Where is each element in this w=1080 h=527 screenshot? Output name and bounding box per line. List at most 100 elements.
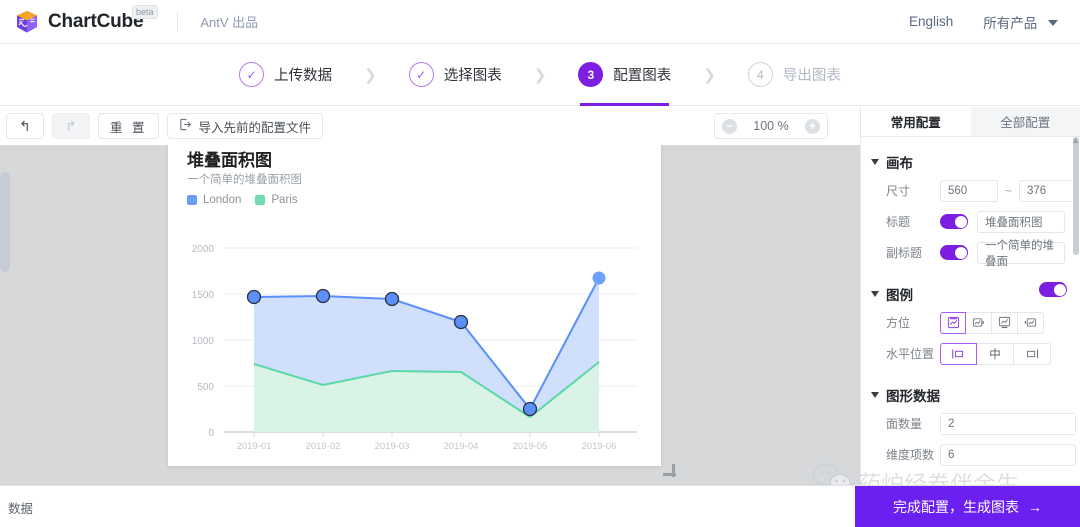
row-canvas-subtitle: 副标题 一个简单的堆叠面 [861, 239, 1080, 268]
label-canvas-subtitle: 副标题 [886, 246, 923, 260]
canvas-resize-handle[interactable] [663, 464, 677, 478]
chart-subtitle: 一个简单的堆叠面积图 [187, 174, 302, 186]
undo-icon: ↰ [19, 118, 31, 134]
legend-item-paris[interactable]: Paris [255, 194, 298, 206]
legend-swatch-paris [255, 195, 266, 205]
legend-right-icon-button[interactable] [966, 311, 992, 334]
finish-config-label: 完成配置，生成图表 [893, 499, 1019, 515]
title-text-input[interactable]: 堆叠面积图 [977, 210, 1065, 233]
chartcube-app: ChartCube beta AntV 出品 English 所有产品 ✓ 上传… [0, 0, 1080, 527]
subtitle-toggle[interactable] [940, 245, 968, 260]
y-axis-ticks: 2000 1500 1000 500 0 [192, 244, 215, 439]
tab-common-config[interactable]: 常用配置 [861, 107, 971, 136]
chevron-down-icon [871, 392, 879, 398]
label-canvas-title: 标题 [886, 215, 911, 229]
size-separator: ~ [1005, 183, 1013, 198]
legend-top-icon-button[interactable] [940, 311, 966, 334]
step-separator-1: ❯ [364, 66, 377, 84]
tab-all-config[interactable]: 全部配置 [970, 107, 1080, 136]
legend-label-paris: Paris [271, 194, 298, 206]
brand-logo[interactable]: ChartCube beta [14, 4, 158, 35]
label-legend-align: 水平位置 [886, 347, 935, 361]
row-canvas-size: 尺寸 560 ~ 376 [861, 177, 1080, 204]
step-choose-chart[interactable]: ✓ 选择图表 [405, 44, 506, 106]
row-area-count: 面数量 2 [861, 410, 1080, 437]
legend-toggle[interactable] [1039, 282, 1067, 297]
legend-item-london[interactable]: London [187, 194, 241, 206]
align-right-button[interactable] [1014, 342, 1051, 365]
data-panel-label[interactable]: 数据 [8, 498, 33, 517]
y-tick-2000: 2000 [192, 244, 215, 255]
dimension-count-input[interactable]: 6 [940, 443, 1076, 466]
y-tick-500: 500 [197, 382, 214, 393]
align-right-icon [1027, 349, 1039, 358]
step-export-chart[interactable]: 4 导出图表 [744, 44, 845, 106]
all-products-label: 所有产品 [983, 15, 1038, 31]
step-separator-2: ❯ [533, 66, 547, 84]
language-link[interactable]: English [909, 14, 953, 29]
step-2-marker: ✓ [408, 62, 434, 87]
all-products-menu[interactable]: 所有产品 [983, 12, 1058, 32]
canvas-stage: 堆叠面积图 一个简单的堆叠面积图 London Paris 2000 1500 … [0, 107, 860, 485]
chartcube-cube-icon [14, 9, 40, 35]
chart-preview-card[interactable]: 堆叠面积图 一个简单的堆叠面积图 London Paris 2000 1500 … [168, 128, 661, 466]
reset-button[interactable]: 重 置 [98, 113, 160, 139]
finish-config-button[interactable]: 完成配置，生成图表 → [855, 486, 1080, 527]
section-canvas-header[interactable]: 画布 [861, 143, 1080, 177]
header-actions: English 所有产品 [909, 12, 1058, 32]
canvas-height-input[interactable]: 376 [1019, 179, 1078, 202]
arrow-right-icon: → [1028, 499, 1042, 515]
config-panel-body: ▲ 画布 尺寸 560 ~ 376 标题 堆叠面积图 副标题 一个简单的堆叠面 [861, 137, 1080, 485]
zoom-control: − 100 % + [714, 113, 828, 139]
x-tick-5: 2019-06 [582, 441, 617, 452]
section-graph-data-header[interactable]: 图形数据 [861, 371, 1080, 410]
label-legend-orientation: 方位 [886, 316, 911, 330]
canvas-width-input[interactable]: 560 [940, 179, 998, 202]
step-1-label: 上传数据 [274, 68, 333, 84]
title-toggle[interactable] [940, 214, 968, 229]
step-separator-3: ❯ [703, 66, 716, 84]
y-tick-0: 0 [208, 428, 214, 439]
config-panel: 常用配置 全部配置 ▲ 画布 尺寸 560 ~ 376 标题 堆叠面积图 副标题… [860, 107, 1080, 485]
legend-label-london: London [203, 194, 242, 206]
bottom-bar: 数据 完成配置，生成图表 → [0, 485, 1080, 527]
label-canvas-size: 尺寸 [886, 184, 911, 198]
step-upload-data[interactable]: ✓ 上传数据 [235, 44, 336, 106]
step-4-marker: 4 [747, 62, 773, 87]
undo-button[interactable]: ↰ [6, 113, 44, 139]
step-4-label: 导出图表 [782, 68, 841, 84]
legend-bottom-icon-button[interactable] [992, 311, 1018, 334]
area-chart-svg: 2000 1500 1000 500 0 2019-01 2019-02 201… [192, 244, 637, 452]
redo-icon: ↱ [65, 118, 77, 134]
resize-handle-bar-horizontal [663, 473, 676, 476]
legend-swatch-london [187, 195, 197, 205]
config-panel-tabs: 常用配置 全部配置 [861, 107, 1080, 137]
zoom-out-button[interactable]: − [722, 118, 737, 134]
align-center-button[interactable]: 中 [977, 342, 1014, 365]
align-left-button[interactable] [940, 342, 977, 365]
stage-scrollbar[interactable] [0, 172, 10, 272]
reset-label: 重 置 [110, 120, 148, 135]
legend-left-icon-button[interactable] [1018, 311, 1044, 334]
step-configure-chart[interactable]: 3 配置图表 [574, 44, 675, 106]
app-header: ChartCube beta AntV 出品 English 所有产品 [0, 0, 1080, 44]
legend-align-segment: 中 [940, 342, 1051, 365]
section-graph-data-title: 图形数据 [886, 389, 940, 404]
subtitle-text-input[interactable]: 一个简单的堆叠面 [977, 240, 1065, 268]
row-canvas-title: 标题 堆叠面积图 [861, 208, 1080, 235]
y-tick-1500: 1500 [192, 290, 215, 301]
section-legend-header[interactable]: 图例 [861, 270, 1080, 309]
step-wizard: ✓ 上传数据 ❯ ✓ 选择图表 ❯ 3 配置图表 ❯ 4 导出图表 [0, 44, 1080, 106]
chart-title: 堆叠面积图 [187, 151, 272, 170]
import-icon [179, 118, 192, 134]
area-count-input[interactable]: 2 [940, 412, 1076, 435]
x-tick-2: 2019-03 [375, 441, 410, 452]
legend-orientation-segment [940, 311, 1044, 334]
antv-byline: AntV 出品 [200, 15, 259, 30]
chart-plot-area: 2000 1500 1000 500 0 2019-01 2019-02 201… [168, 212, 661, 466]
chart-legend: London Paris [187, 194, 298, 206]
import-config-button[interactable]: 导入先前的配置文件 [167, 113, 323, 139]
step-2-label: 选择图表 [443, 68, 502, 84]
zoom-in-button[interactable]: + [804, 118, 820, 134]
redo-button[interactable]: ↱ [52, 113, 90, 139]
